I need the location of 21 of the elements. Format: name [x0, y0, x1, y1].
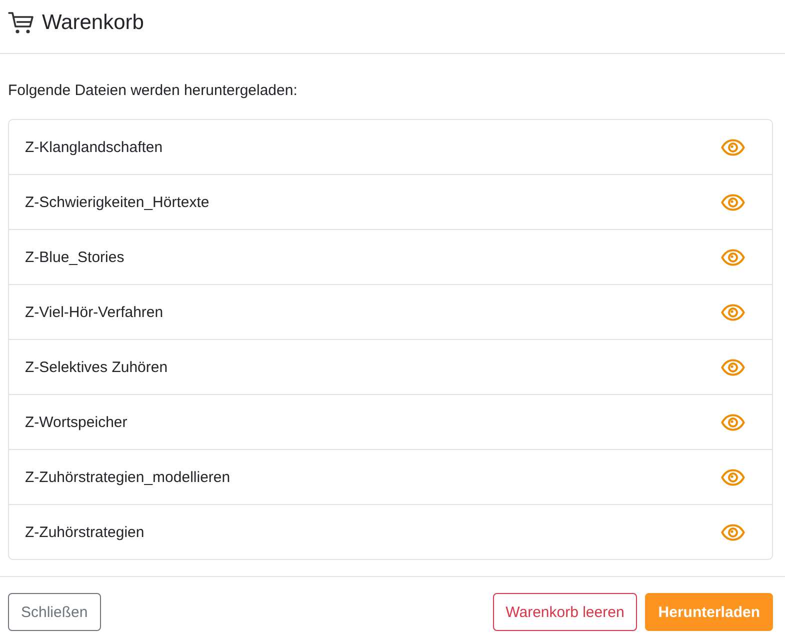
- dialog-title: Warenkorb: [42, 10, 144, 34]
- eye-icon[interactable]: [721, 524, 745, 540]
- close-button[interactable]: Schließen: [8, 593, 101, 631]
- clear-cart-button[interactable]: Warenkorb leeren: [492, 593, 638, 631]
- file-name: Z-Selektives Zuhören: [25, 358, 168, 376]
- file-name: Z-Viel-Hör-Verfahren: [25, 304, 164, 320]
- eye-icon[interactable]: [721, 194, 745, 210]
- eye-icon[interactable]: [721, 304, 745, 320]
- eye-icon[interactable]: [721, 468, 745, 486]
- eye-icon[interactable]: [721, 248, 745, 266]
- file-name: Z-Schwierigkeiten_Hörtexte: [25, 194, 210, 210]
- file-name: Z-Zuhörstrategien_modellieren: [25, 468, 230, 486]
- file-name: Z-Wortspeicher: [25, 414, 128, 430]
- eye-icon[interactable]: [721, 358, 745, 376]
- intro-text: Folgende Dateien werden heruntergeladen:: [8, 81, 298, 101]
- eye-icon[interactable]: [721, 138, 745, 156]
- file-name: Z-Blue_Stories: [25, 248, 124, 266]
- eye-icon[interactable]: [721, 414, 745, 430]
- file-name: Z-Zuhörstrategien: [25, 524, 144, 540]
- cart-icon: [8, 10, 34, 34]
- file-name: Z-Klanglandschaften: [25, 138, 163, 156]
